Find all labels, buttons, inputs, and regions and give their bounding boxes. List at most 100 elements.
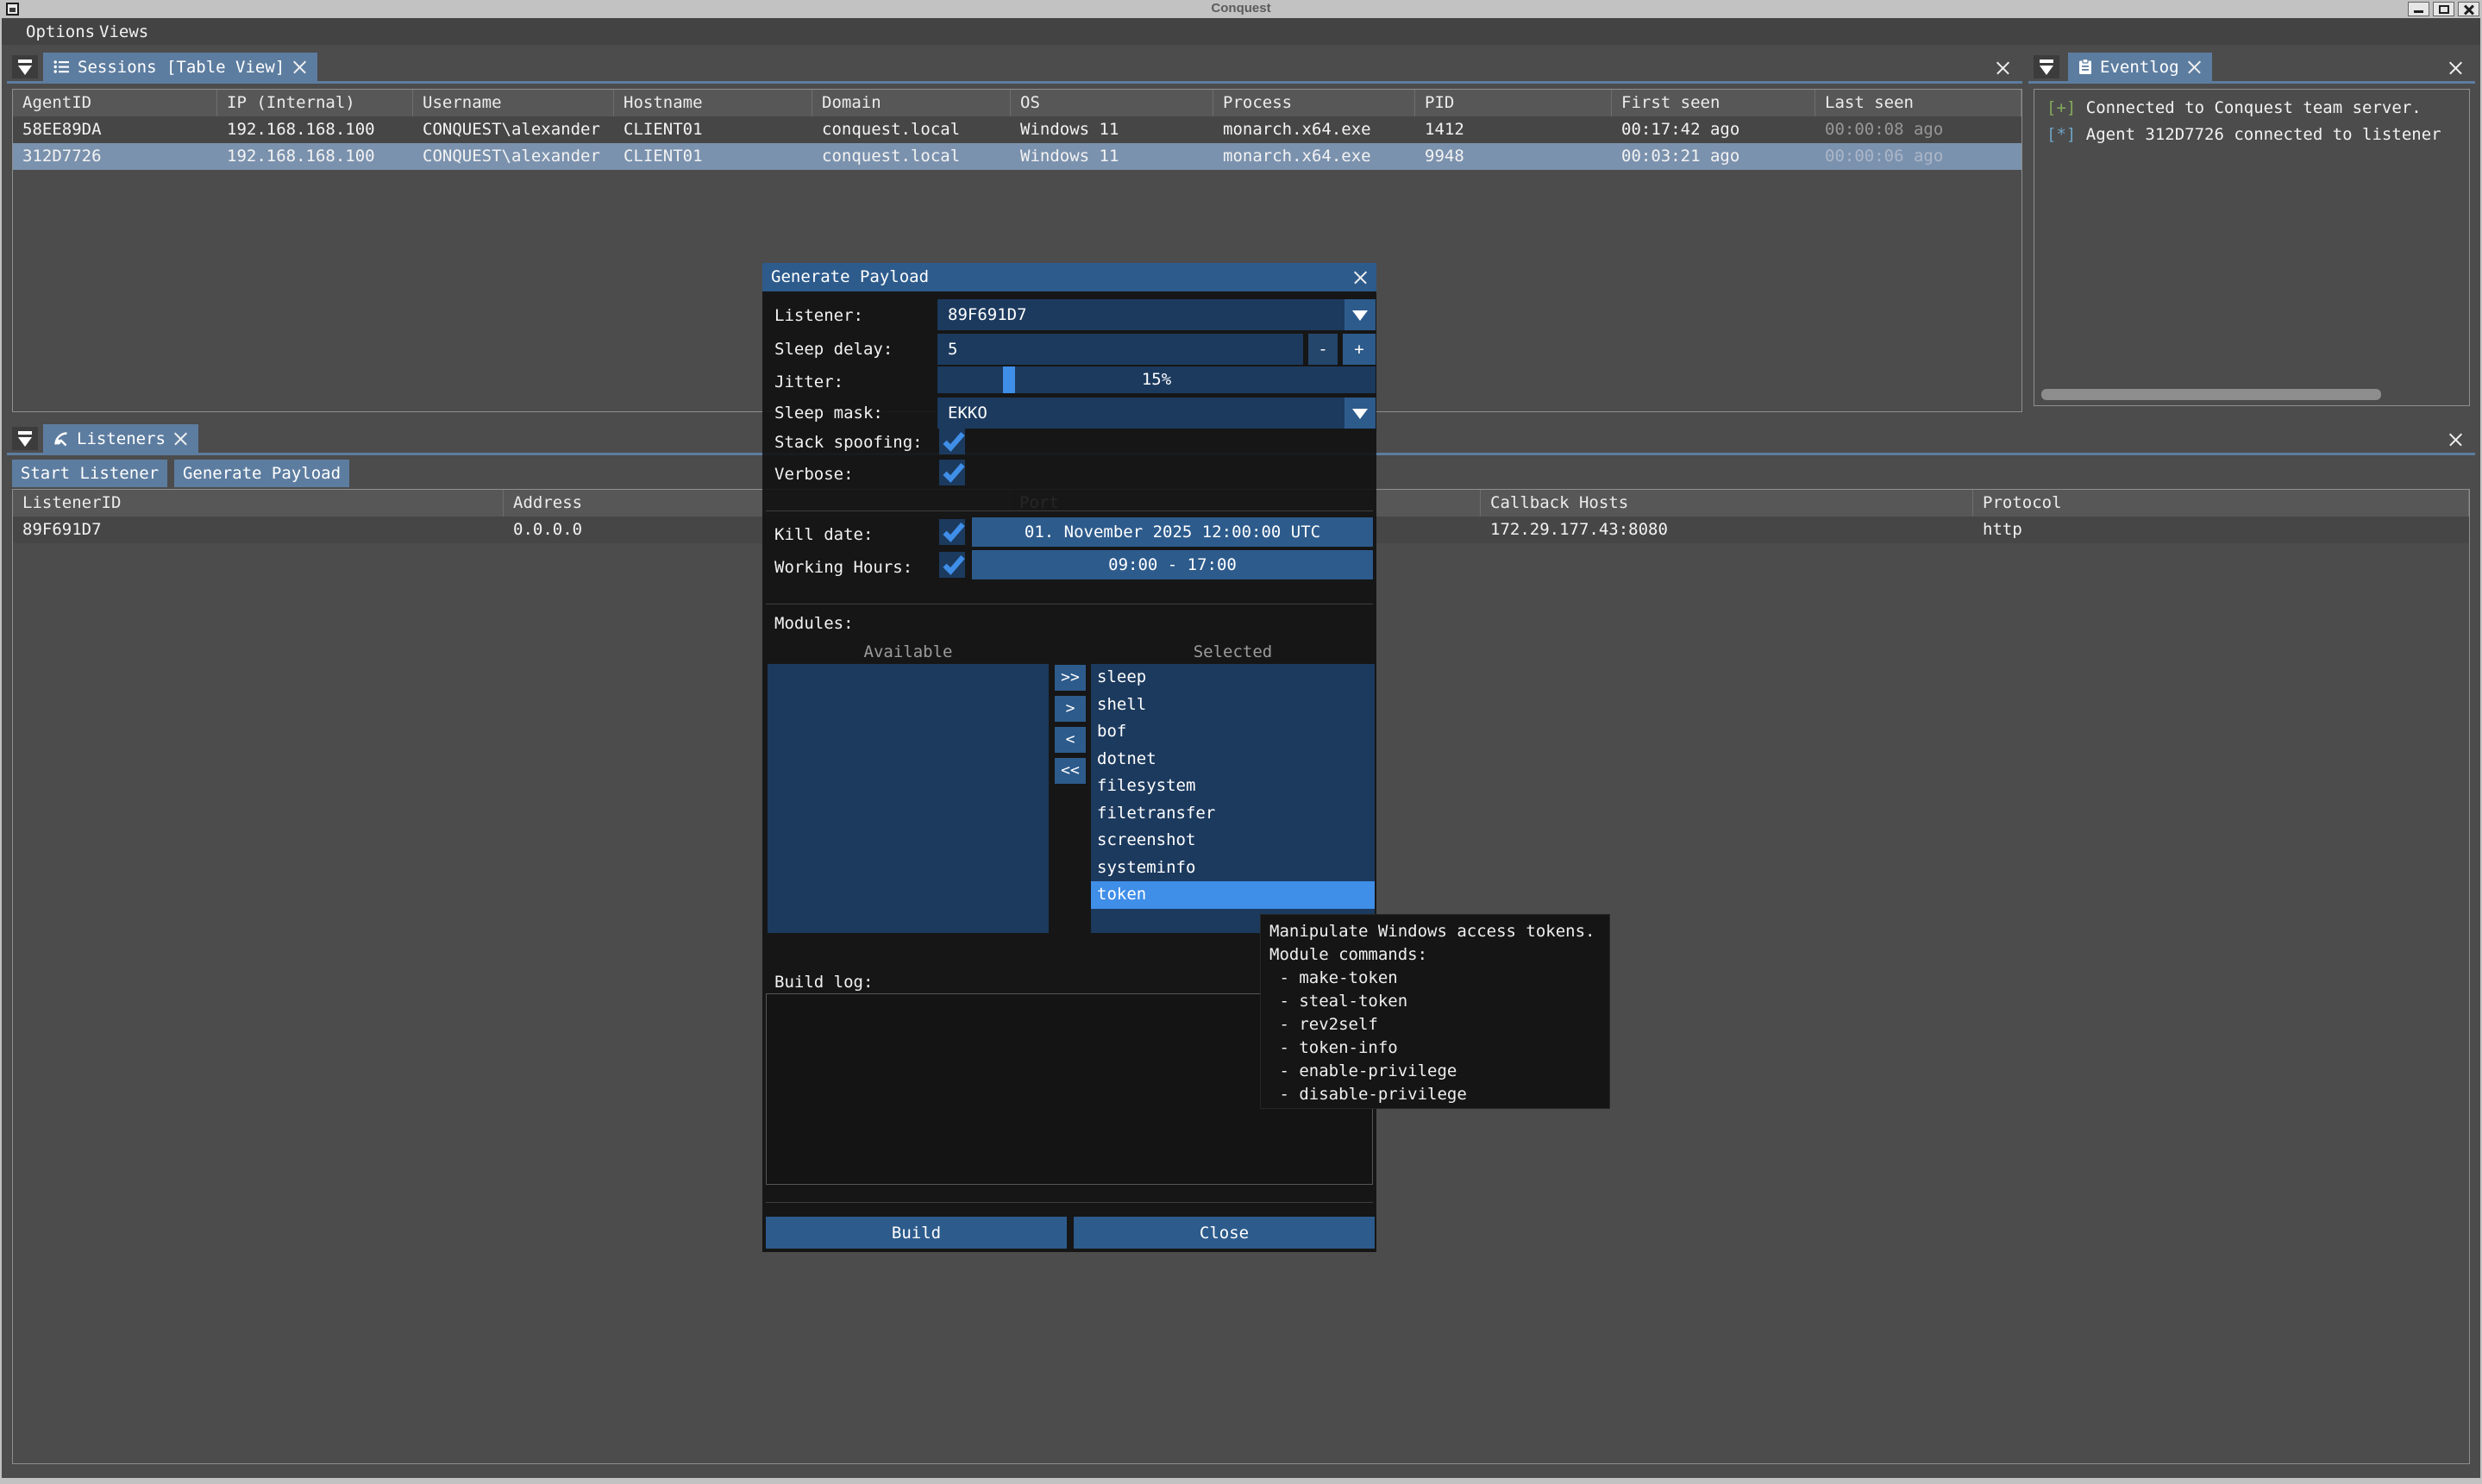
module-item[interactable]: shell xyxy=(1091,692,1375,719)
tooltip-line: - rev2self xyxy=(1269,1013,1609,1036)
kill-date-field[interactable]: 01. November 2025 12:00:00 UTC xyxy=(972,517,1373,547)
eventlog-text: Connected to Conquest team server. xyxy=(2076,98,2421,117)
module-item[interactable]: systeminfo xyxy=(1091,855,1375,882)
minimize-button[interactable] xyxy=(2408,2,2429,16)
table-header-row: AgentIDIP (Internal)UsernameHostnameDoma… xyxy=(13,90,2021,116)
menu-views[interactable]: Views xyxy=(97,22,150,41)
menu-options[interactable]: Options xyxy=(24,22,97,41)
tab-eventlog[interactable]: Eventlog xyxy=(2068,53,2212,81)
column-header[interactable]: Callback Hosts xyxy=(1481,490,1973,517)
tab-sessions[interactable]: Sessions [Table View] xyxy=(43,53,317,81)
sleep-delay-input[interactable]: 5 xyxy=(937,334,1303,365)
eventlog-hscrollbar-thumb[interactable] xyxy=(2041,389,2381,400)
working-hours-field[interactable]: 09:00 - 17:00 xyxy=(972,550,1373,579)
column-header[interactable]: AgentID xyxy=(13,90,217,116)
check-icon xyxy=(938,549,969,580)
listener-combobox[interactable]: 89F691D7 xyxy=(937,299,1376,330)
column-header[interactable]: Username xyxy=(413,90,614,116)
table-cell: monarch.x64.exe xyxy=(1213,143,1415,170)
window-edge-bottom xyxy=(0,1478,2482,1484)
check-icon xyxy=(938,517,969,548)
sleep-delay-increment-button[interactable]: + xyxy=(1343,334,1376,365)
table-cell: CONQUEST\alexander xyxy=(413,143,614,170)
column-header[interactable]: Domain xyxy=(812,90,1011,116)
window-title: Conquest xyxy=(0,1,2482,16)
sessions-collapse-button[interactable] xyxy=(12,55,38,78)
move-right-button[interactable]: > xyxy=(1055,696,1086,722)
listeners-collapse-button[interactable] xyxy=(12,427,38,450)
tab-listeners[interactable]: Listeners xyxy=(43,424,198,453)
column-header[interactable]: First seen xyxy=(1612,90,1815,116)
verbose-checkbox[interactable] xyxy=(939,460,965,485)
chevron-down-icon[interactable] xyxy=(1344,398,1376,429)
module-item[interactable]: token xyxy=(1091,881,1375,909)
move-all-left-button[interactable]: << xyxy=(1055,758,1086,784)
build-button[interactable]: Build xyxy=(766,1217,1067,1249)
window-titlebar[interactable]: Conquest xyxy=(0,0,2482,18)
module-item[interactable]: sleep xyxy=(1091,664,1375,692)
column-header[interactable]: Last seen xyxy=(1815,90,2021,116)
column-header[interactable]: Protocol xyxy=(1973,490,2469,517)
dialog-titlebar[interactable]: Generate Payload xyxy=(762,263,1376,291)
working-hours-checkbox[interactable] xyxy=(939,552,965,578)
tooltip-line: - token-info xyxy=(1269,1036,1609,1060)
kill-date-checkbox[interactable] xyxy=(939,519,965,545)
tab-eventlog-close-icon[interactable] xyxy=(2187,59,2202,74)
module-item[interactable]: screenshot xyxy=(1091,827,1375,855)
selected-modules-list[interactable]: sleepshellbofdotnetfilesystemfiletransfe… xyxy=(1091,664,1375,933)
start-listener-button[interactable]: Start Listener xyxy=(12,460,167,487)
eventlog-line: [+] Connected to Conquest team server. xyxy=(2034,95,2469,122)
table-cell: 58EE89DA xyxy=(13,116,217,143)
tooltip-line: Manipulate Windows access tokens. xyxy=(1269,920,1609,943)
column-header[interactable]: Hostname xyxy=(614,90,812,116)
available-header: Available xyxy=(768,642,1049,661)
eventlog-panel-close-icon[interactable] xyxy=(2448,60,2463,75)
maximize-button[interactable] xyxy=(2433,2,2454,16)
jitter-slider[interactable]: 15% xyxy=(937,366,1376,393)
column-header[interactable]: IP (Internal) xyxy=(217,90,413,116)
table-list-icon xyxy=(53,59,70,74)
column-header[interactable]: Process xyxy=(1213,90,1415,116)
move-all-right-button[interactable]: >> xyxy=(1055,665,1086,691)
module-item[interactable]: bof xyxy=(1091,718,1375,746)
move-left-button[interactable]: < xyxy=(1055,727,1086,753)
tooltip-line: Module commands: xyxy=(1269,943,1609,967)
chevron-down-icon[interactable] xyxy=(1344,299,1376,330)
column-header[interactable]: OS xyxy=(1011,90,1213,116)
eventlog-prefix: [*] xyxy=(2046,125,2076,144)
jitter-label: Jitter: xyxy=(774,373,843,391)
sleep-delay-decrement-button[interactable]: - xyxy=(1308,334,1338,365)
table-cell: 9948 xyxy=(1415,143,1612,170)
listeners-panel-close-icon[interactable] xyxy=(2448,432,2463,447)
kill-date-label: Kill date: xyxy=(774,525,873,544)
column-header[interactable]: PID xyxy=(1415,90,1612,116)
stack-spoofing-label: Stack spoofing: xyxy=(774,433,923,452)
sleep-mask-combobox[interactable]: EKKO xyxy=(937,398,1376,429)
window-edge-left xyxy=(0,18,2,1484)
working-hours-label: Working Hours: xyxy=(774,558,912,577)
table-cell: http xyxy=(1973,517,2469,543)
stack-spoofing-checkbox[interactable] xyxy=(939,429,965,454)
eventlog-output[interactable]: [+] Connected to Conquest team server. [*… xyxy=(2034,89,2470,406)
sessions-panel-close-icon[interactable] xyxy=(1996,60,2010,75)
eventlog-text: Agent 312D7726 connected to listener xyxy=(2076,125,2441,144)
column-header[interactable]: ListenerID xyxy=(13,490,504,517)
dialog-close-icon[interactable] xyxy=(1353,270,1368,285)
close-button[interactable] xyxy=(2458,2,2479,16)
module-item[interactable]: filetransfer xyxy=(1091,800,1375,828)
table-cell: 192.168.168.100 xyxy=(217,143,413,170)
module-item[interactable]: dotnet xyxy=(1091,746,1375,773)
close-dialog-button[interactable]: Close xyxy=(1074,1217,1375,1249)
eventlog-collapse-button[interactable] xyxy=(2034,55,2059,78)
available-modules-list[interactable] xyxy=(768,664,1049,933)
generate-payload-button[interactable]: Generate Payload xyxy=(174,460,349,487)
tab-listeners-label: Listeners xyxy=(77,429,166,448)
tab-eventlog-label: Eventlog xyxy=(2100,58,2179,77)
tab-sessions-close-icon[interactable] xyxy=(292,59,307,74)
module-item[interactable]: filesystem xyxy=(1091,773,1375,800)
table-row[interactable]: 312D7726192.168.168.100CONQUEST\alexande… xyxy=(13,143,2021,170)
table-cell: 89F691D7 xyxy=(13,517,504,543)
tab-listeners-close-icon[interactable] xyxy=(173,431,188,446)
table-row[interactable]: 58EE89DA192.168.168.100CONQUEST\alexande… xyxy=(13,116,2021,143)
table-cell: conquest.local xyxy=(812,116,1011,143)
